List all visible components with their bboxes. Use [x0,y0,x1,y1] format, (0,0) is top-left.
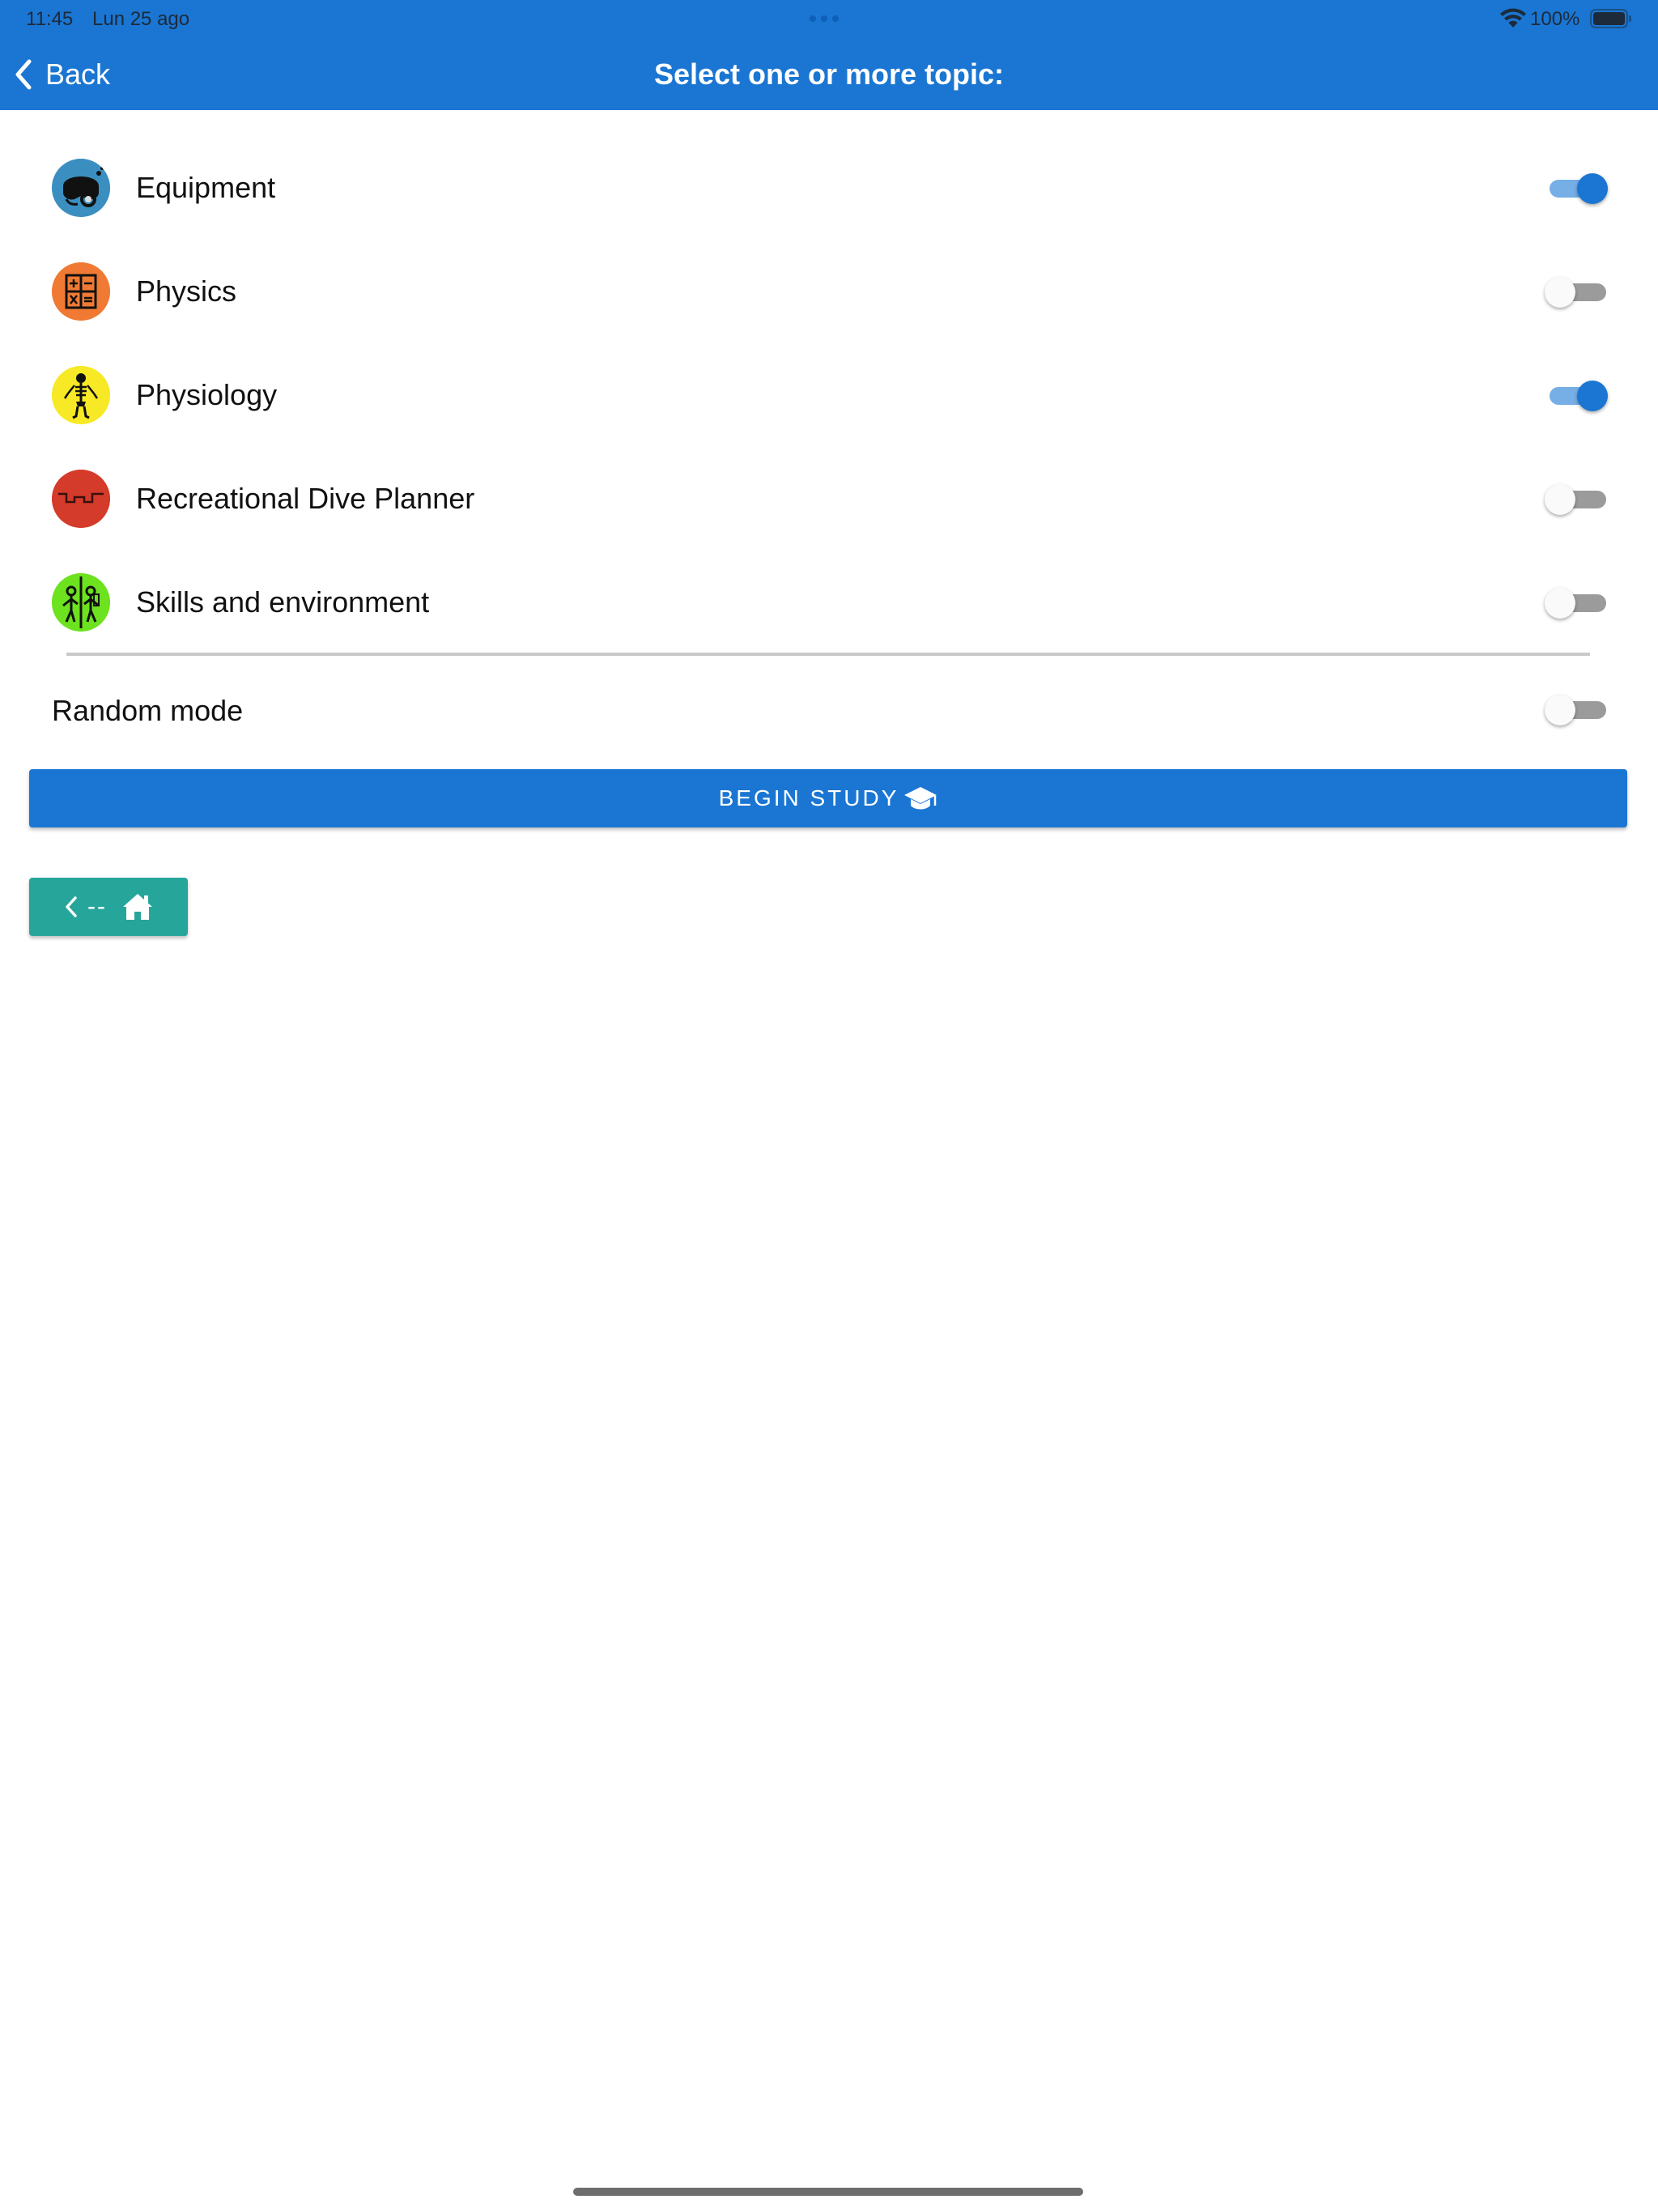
status-time: 11:45 [26,8,74,30]
topic-toggle-physics[interactable] [1545,277,1606,308]
wifi-icon [1500,8,1526,28]
skeleton-icon [52,366,110,424]
topic-row-skills-and-environment[interactable]: Skills and environment [0,551,1658,654]
calculator-icon [52,262,110,321]
topic-label: Skills and environment [136,585,430,619]
home-icon [122,894,152,920]
topic-toggle-skills-and-environment[interactable] [1545,588,1606,619]
topic-row-recreational-dive-planner[interactable]: Recreational Dive Planner [0,447,1658,551]
home-indicator[interactable] [573,2188,1083,2196]
topic-label: Equipment [136,171,276,204]
navigation-bar: 11:45 Lun 25 ago 100% Back Select one or… [0,0,1658,110]
divers-icon [52,573,110,632]
page-title: Select one or more topic: [653,57,1005,91]
topic-label: Recreational Dive Planner [136,482,475,515]
begin-study-button[interactable]: BEGIN STUDY [29,769,1627,827]
topic-toggle-recreational-dive-planner[interactable] [1545,484,1606,515]
dive-profile-icon [52,470,110,528]
random-mode-toggle[interactable] [1545,695,1606,725]
battery-icon [1590,9,1631,28]
battery-percentage: 100% [1530,8,1580,30]
status-date: Lun 25 ago [92,8,190,30]
diving-mask-icon [52,159,110,217]
chevron-left-icon [66,896,77,917]
topic-toggle-physiology[interactable] [1545,381,1608,411]
topic-row-physiology[interactable]: Physiology [0,343,1658,447]
topic-label: Physiology [136,378,278,411]
begin-study-label: BEGIN STUDY [718,785,899,810]
random-mode-label: Random mode [52,694,244,727]
topic-toggle-equipment[interactable] [1545,173,1608,204]
topic-row-equipment[interactable]: Equipment [0,136,1658,240]
divider [66,653,1590,656]
multitasking-dots-icon[interactable] [810,15,839,22]
home-button[interactable]: -- [29,878,188,936]
home-button-text: -- [87,893,107,920]
topic-label: Physics [136,274,237,308]
topic-row-physics[interactable]: Physics [0,240,1658,343]
graduation-cap-icon [904,787,937,810]
